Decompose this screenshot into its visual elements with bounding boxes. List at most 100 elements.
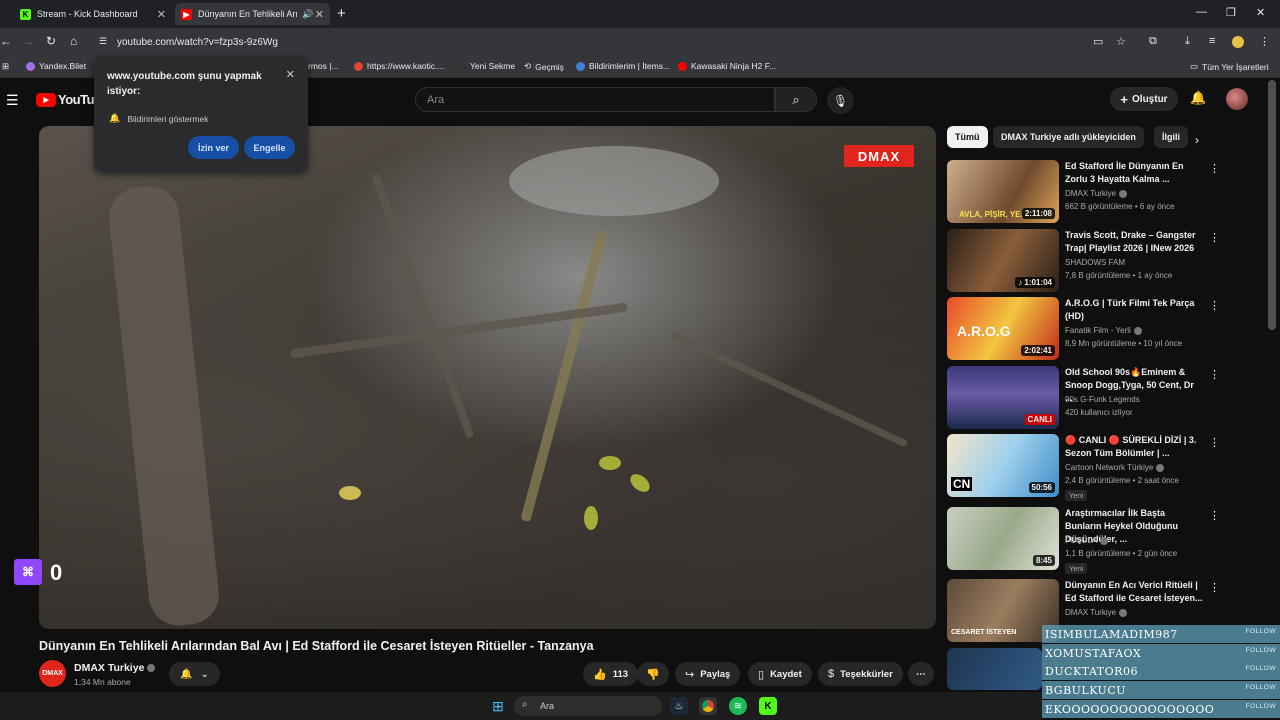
chip-all[interactable]: Tümü bbox=[947, 126, 988, 148]
bookmark-yandex[interactable]: Yandex.Bilet bbox=[26, 61, 86, 71]
verified-icon bbox=[1100, 536, 1109, 545]
chrome-icon[interactable] bbox=[699, 697, 717, 715]
extensions-icon[interactable]: ⧉ bbox=[1149, 35, 1157, 48]
browser-tab-strip: K Stream - Kick Dashboard ✕ ▶ Dünyanın E… bbox=[0, 0, 1280, 28]
recommendation-item[interactable]: ♪ 1:01:04 Travis Scott, Drake – Gangster… bbox=[947, 229, 1227, 293]
more-vertical-icon[interactable]: ⋮ bbox=[1209, 436, 1220, 449]
search-button[interactable]: ⌕ bbox=[775, 87, 817, 112]
profile-icon[interactable] bbox=[1232, 36, 1244, 48]
recommendation-meta: 1,1 B görüntüleme • 2 gün önce bbox=[1065, 549, 1178, 558]
twitch-counter: 0 bbox=[50, 560, 63, 585]
allow-button[interactable]: İzin ver bbox=[188, 136, 239, 159]
recommendation-item[interactable]: CANLI Old School 90s🔥Eminem & Snoop Dogg… bbox=[947, 366, 1227, 430]
home-icon[interactable]: ⌂ bbox=[70, 34, 77, 48]
bookmark-partial[interactable]: rmos |... bbox=[308, 61, 339, 71]
download-icon[interactable]: ⤓ bbox=[1185, 35, 1190, 48]
bookmark-new-tab[interactable]: Yeni Sekme bbox=[457, 61, 515, 71]
chip-related[interactable]: İlgili bbox=[1154, 126, 1188, 148]
more-vertical-icon[interactable]: ⋮ bbox=[1209, 162, 1220, 175]
new-tab-button[interactable]: + bbox=[337, 5, 346, 22]
cast-icon[interactable]: ▭ bbox=[1093, 35, 1103, 48]
recommendation-channel: Cartoon Network Türkiye bbox=[1065, 463, 1165, 472]
kaotic-icon bbox=[354, 61, 363, 71]
steam-icon[interactable]: ♨ bbox=[670, 697, 688, 715]
taskbar-search[interactable]: ⌕ Ara bbox=[514, 696, 662, 716]
address-bar[interactable]: ☰ youtube.com/watch?v=fzp3s-9z6Wg bbox=[92, 31, 1142, 53]
chevron-right-icon[interactable]: › bbox=[1195, 133, 1199, 147]
thanks-button[interactable]: $ Teşekkürler bbox=[818, 662, 903, 686]
video-thumbnail[interactable]: A.R.O.G 2:02:41 bbox=[947, 297, 1059, 360]
recommendation-item[interactable]: A.R.O.G 2:02:41 A.R.O.G | Türk Filmi Tek… bbox=[947, 297, 1227, 361]
block-button[interactable]: Engelle bbox=[244, 136, 295, 159]
maximize-button[interactable]: ❐ bbox=[1226, 6, 1236, 19]
user-avatar[interactable] bbox=[1226, 88, 1248, 110]
spotify-icon[interactable]: ≋ bbox=[729, 697, 747, 715]
save-button[interactable]: ▯ Kaydet bbox=[748, 662, 812, 686]
channel-avatar[interactable]: DMAX bbox=[39, 660, 66, 687]
tab-youtube-video[interactable]: ▶ Dünyanın En Tehlikeli Arıları 🔊 ✕ bbox=[175, 3, 330, 25]
bookmark-kawasaki[interactable]: Kawasaki Ninja H2 F... bbox=[678, 61, 776, 71]
tab-kick-dashboard[interactable]: K Stream - Kick Dashboard ✕ bbox=[14, 3, 172, 25]
recommendation-channel: DMAX Turkiye bbox=[1065, 189, 1128, 198]
notifications-icon[interactable]: 🔔 bbox=[1190, 90, 1206, 106]
recommendation-item[interactable]: CN 50:56 🔴 CANLI 🔴 SÜREKLİ DİZİ | 3. Sez… bbox=[947, 434, 1227, 501]
more-actions-button[interactable]: ⋯ bbox=[908, 662, 934, 686]
windows-start-icon[interactable]: ⊞ bbox=[489, 697, 507, 715]
recommendation-item[interactable]: 8:45 Araştırmacılar İlk Başta Bunların H… bbox=[947, 507, 1227, 574]
more-vertical-icon[interactable]: ⋮ bbox=[1209, 509, 1220, 522]
plus-icon: + bbox=[1120, 91, 1129, 107]
search-icon: ⌕ bbox=[792, 91, 800, 107]
voice-search-button[interactable]: 🎙 bbox=[827, 87, 854, 114]
forward-icon[interactable]: → bbox=[22, 34, 34, 48]
video-thumbnail[interactable]: CN 50:56 bbox=[947, 434, 1059, 497]
channel-name[interactable]: DMAX Turkiye bbox=[74, 662, 156, 674]
bookmark-items[interactable]: Bildirimlerim | İtems... bbox=[576, 61, 670, 71]
scrollbar[interactable] bbox=[1268, 80, 1276, 330]
more-vertical-icon[interactable]: ⋮ bbox=[1209, 299, 1220, 312]
create-button[interactable]: + Oluştur bbox=[1110, 87, 1178, 111]
minimize-button[interactable]: — bbox=[1196, 6, 1207, 18]
video-thumbnail[interactable]: ♪ 1:01:04 bbox=[947, 229, 1059, 292]
bookmark-star-icon[interactable]: ☆ bbox=[1116, 35, 1126, 48]
youtube-icon bbox=[678, 61, 687, 71]
video-thumbnail[interactable]: 8:45 bbox=[947, 507, 1059, 570]
duration-badge: 8:45 bbox=[1032, 555, 1055, 566]
bookmark-history[interactable]: ⟲ Geçmiş bbox=[524, 61, 564, 72]
close-tab-icon[interactable]: ✕ bbox=[315, 8, 324, 21]
back-icon[interactable]: ← bbox=[0, 34, 12, 48]
more-vertical-icon[interactable]: ⋮ bbox=[1209, 368, 1220, 381]
recommendation-title: Ed Stafford İle Dünyanın En Zorlu 3 Haya… bbox=[1065, 161, 1184, 184]
more-vertical-icon[interactable]: ⋮ bbox=[1209, 231, 1220, 244]
video-thumbnail[interactable]: AVLA, PİŞİR, YE. 2:11:08 bbox=[947, 160, 1059, 223]
kick-app-icon[interactable]: K bbox=[759, 697, 777, 715]
reload-icon[interactable]: ↻ bbox=[46, 34, 56, 48]
subscription-bell-button[interactable]: 🔔 ⌄ bbox=[169, 662, 220, 686]
more-horizontal-icon: ⋯ bbox=[916, 668, 926, 680]
site-info-icon[interactable]: ☰ bbox=[99, 36, 107, 47]
hamburger-menu-icon[interactable]: ☰ bbox=[6, 92, 19, 109]
video-thumbnail[interactable] bbox=[947, 648, 1042, 690]
apps-icon[interactable]: ⊞ bbox=[2, 61, 9, 72]
search-input[interactable]: Ara bbox=[415, 87, 775, 112]
share-button[interactable]: ↪ Paylaş bbox=[675, 662, 741, 686]
all-bookmarks[interactable]: ▭ Tüm Yer İşaretleri bbox=[1190, 61, 1269, 72]
cartoon-network-logo: CN bbox=[951, 477, 973, 491]
media-icon[interactable]: ≡ bbox=[1209, 35, 1215, 47]
close-icon[interactable]: ✕ bbox=[286, 68, 295, 81]
video-player[interactable]: DMAX bbox=[39, 126, 936, 629]
chip-from-uploader[interactable]: DMAX Turkiye adlı yükleyiciden bbox=[993, 126, 1144, 148]
like-button[interactable]: 👍 113 bbox=[583, 662, 639, 686]
dislike-button[interactable]: 👎 bbox=[637, 662, 669, 686]
close-window-button[interactable]: ✕ bbox=[1256, 6, 1265, 19]
recommendation-item[interactable]: AVLA, PİŞİR, YE. 2:11:08 Ed Stafford İle… bbox=[947, 160, 1227, 224]
verified-icon bbox=[1133, 326, 1142, 335]
speaker-icon[interactable]: 🔊 bbox=[302, 9, 313, 20]
duration-badge: 2:02:41 bbox=[1021, 345, 1055, 356]
recommendation-channel: PUSULA bbox=[1065, 536, 1109, 545]
close-tab-icon[interactable]: ✕ bbox=[157, 8, 166, 21]
recommendation-channel: DMAX Turkiye bbox=[1065, 608, 1128, 617]
menu-icon[interactable]: ⋮ bbox=[1259, 35, 1270, 48]
video-thumbnail[interactable]: CANLI bbox=[947, 366, 1059, 429]
more-vertical-icon[interactable]: ⋮ bbox=[1209, 581, 1220, 594]
bookmark-kaotic[interactable]: https://www.kaotic.... bbox=[354, 61, 444, 71]
